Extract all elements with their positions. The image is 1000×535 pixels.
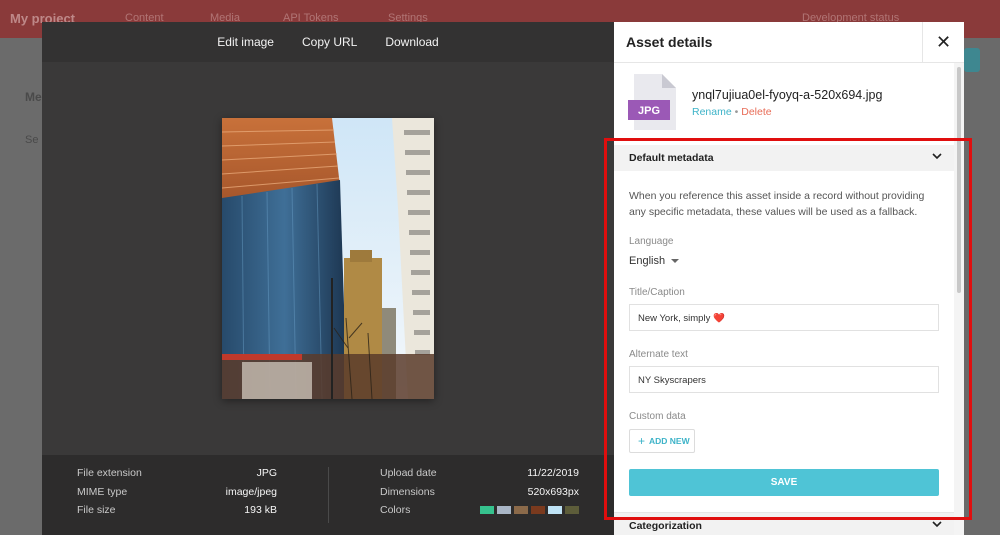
meta-row-colors: Colors bbox=[380, 504, 579, 523]
color-swatch bbox=[514, 506, 528, 514]
file-meta-left: File extension JPG MIME type image/jpeg … bbox=[77, 467, 277, 523]
background-sidebar-title: Me bbox=[25, 90, 42, 104]
delete-link[interactable]: Delete bbox=[741, 106, 771, 118]
meta-row-extension: File extension JPG bbox=[77, 467, 277, 486]
rename-link[interactable]: Rename bbox=[692, 106, 732, 118]
default-metadata-header[interactable]: Default metadata bbox=[614, 145, 954, 171]
language-select[interactable]: English bbox=[629, 255, 680, 267]
color-swatch bbox=[497, 506, 511, 514]
alt-text-input[interactable]: NY Skyscrapers bbox=[629, 366, 939, 393]
categorization-title: Categorization bbox=[629, 520, 702, 532]
color-swatch bbox=[480, 506, 494, 514]
asset-details-panel: Asset details ✕ JPG ynql7ujiua0el-fyoyq-… bbox=[614, 22, 964, 535]
panel-title: Asset details bbox=[626, 34, 713, 50]
copy-url-button[interactable]: Copy URL bbox=[288, 35, 371, 49]
alt-text-label: Alternate text bbox=[629, 349, 688, 360]
save-button[interactable]: SAVE bbox=[629, 469, 939, 496]
chevron-down-icon bbox=[932, 521, 942, 528]
close-icon: ✕ bbox=[935, 32, 952, 52]
meta-row-mime: MIME type image/jpeg bbox=[77, 486, 277, 505]
meta-value: 193 kB bbox=[244, 504, 277, 516]
meta-label: MIME type bbox=[77, 485, 128, 498]
meta-value: image/jpeg bbox=[225, 485, 277, 498]
color-swatch bbox=[531, 506, 545, 514]
panel-header: Asset details ✕ bbox=[614, 22, 964, 63]
color-swatch bbox=[565, 506, 579, 514]
file-type-icon: JPG bbox=[628, 74, 678, 130]
custom-data-label: Custom data bbox=[629, 411, 686, 422]
background-sidebar: Me Se bbox=[0, 38, 42, 535]
preview-toolbar: Edit image Copy URL Download bbox=[42, 22, 614, 62]
meta-value: 11/22/2019 bbox=[527, 467, 579, 479]
categorization-header[interactable]: Categorization bbox=[614, 512, 954, 535]
title-caption-label: Title/Caption bbox=[629, 287, 685, 298]
background-action-button bbox=[964, 48, 980, 72]
color-swatch bbox=[548, 506, 562, 514]
file-name: ynql7ujiua0el-fyoyq-a-520x694.jpg bbox=[692, 88, 883, 102]
file-actions: Rename • Delete bbox=[692, 106, 772, 118]
meta-label: File extension bbox=[77, 467, 142, 479]
meta-row-size: File size 193 kB bbox=[77, 504, 277, 523]
file-info: JPG ynql7ujiua0el-fyoyq-a-520x694.jpg Re… bbox=[614, 63, 954, 135]
default-metadata-title: Default metadata bbox=[629, 152, 714, 164]
download-button[interactable]: Download bbox=[371, 35, 452, 49]
default-metadata-help: When you reference this asset inside a r… bbox=[629, 190, 925, 218]
language-label: Language bbox=[629, 236, 674, 247]
file-type-label: JPG bbox=[638, 105, 660, 117]
meta-row-dimensions: Dimensions 520x693px bbox=[380, 486, 579, 505]
meta-label: Dimensions bbox=[380, 485, 435, 498]
chevron-down-icon bbox=[932, 153, 942, 160]
caret-down-icon bbox=[671, 259, 680, 264]
color-swatches bbox=[480, 506, 579, 514]
link-separator: • bbox=[734, 106, 739, 118]
meta-divider bbox=[328, 467, 329, 523]
asset-preview: Edit image Copy URL Download File extens… bbox=[42, 22, 614, 535]
panel-scrollbar[interactable] bbox=[954, 63, 964, 535]
title-caption-input[interactable]: New York, simply ❤️ bbox=[629, 304, 939, 331]
background-sidebar-search: Se bbox=[25, 134, 39, 146]
add-new-label: ADD NEW bbox=[649, 436, 690, 446]
meta-value: JPG bbox=[256, 467, 277, 479]
meta-row-upload-date: Upload date 11/22/2019 bbox=[380, 467, 579, 486]
close-button[interactable]: ✕ bbox=[922, 22, 964, 63]
file-meta-bar: File extension JPG MIME type image/jpeg … bbox=[42, 455, 614, 535]
background-right bbox=[964, 38, 1000, 535]
meta-label: Colors bbox=[380, 504, 411, 516]
language-value: English bbox=[629, 255, 666, 267]
meta-label: File size bbox=[77, 504, 116, 516]
file-meta-right: Upload date 11/22/2019 Dimensions 520x69… bbox=[380, 467, 579, 523]
meta-value: 520x693px bbox=[527, 485, 579, 498]
add-new-button[interactable]: + ADD NEW bbox=[629, 429, 695, 453]
asset-image bbox=[222, 118, 434, 399]
edit-image-button[interactable]: Edit image bbox=[203, 35, 288, 49]
plus-icon: + bbox=[638, 434, 646, 448]
scrollbar-thumb[interactable] bbox=[957, 67, 961, 293]
meta-label: Upload date bbox=[380, 467, 437, 479]
